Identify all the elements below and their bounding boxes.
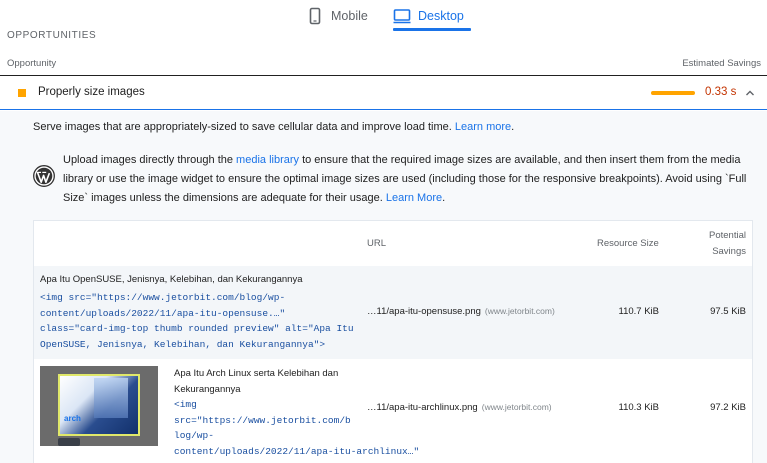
resource-size: 110.3 KiB [618,402,660,413]
resource-url[interactable]: …11/apa-itu-opensuse.png (www.jetorbit.co… [367,306,555,317]
description-text: Serve images that are appropriately-size… [33,121,452,133]
node-label: Apa Itu Arch Linux serta Kelebihan dan K… [174,368,339,395]
url-column-header: URL [367,238,387,249]
thumbnail-text: arch [64,414,81,423]
resource-size-column-header: Resource Size [597,238,659,249]
opportunity-header: Opportunity [7,58,57,69]
tab-mobile[interactable]: Mobile [306,0,380,31]
learn-more-link[interactable]: Learn more [455,121,511,133]
resource-size: 110.7 KiB [618,306,660,317]
estimated-savings-header: Estimated Savings [682,58,761,69]
details-table: URL Resource Size Potential Savings Apa … [33,220,753,463]
device-tabs: Mobile Desktop [0,0,767,31]
opportunity-column-header: Opportunity Estimated Savings [0,56,767,76]
audit-title: Properly size images [38,86,145,98]
potential-savings: 97.5 KiB [710,306,746,317]
image-thumbnail: arch [40,366,158,446]
desktop-icon [393,7,411,25]
savings-bar [651,91,695,95]
active-tab-indicator [393,28,471,31]
table-row[interactable]: Apa Itu OpenSUSE, Jenisnya, Kelebihan, d… [34,266,752,359]
tab-desktop-label: Desktop [418,8,464,23]
resource-url[interactable]: …11/apa-itu-archlinux.png (www.jetorbit.c… [367,402,552,413]
chevron-up-icon[interactable] [744,86,756,98]
potential-savings-column-header: Potential Savings [709,230,746,257]
audit-details: Serve images that are appropriately-size… [0,111,767,463]
html-snippet: <img src="https://www.jetorbit.com/blog/… [40,292,354,350]
stack-learn-more-link[interactable]: Learn More [386,192,442,204]
audit-savings: 0.33 s [705,86,737,98]
node-label: Apa Itu OpenSUSE, Jenisnya, Kelebihan, d… [40,274,303,285]
tab-desktop[interactable]: Desktop [393,0,471,31]
mobile-icon [306,7,324,25]
potential-savings: 97.2 KiB [710,402,746,413]
audit-description: Serve images that are appropriately-size… [33,121,515,133]
wordpress-icon [33,165,55,187]
stack-text-1: Upload images directly through the [63,154,237,166]
stack-pack-text: Upload images directly through the media… [63,154,747,204]
media-library-link[interactable]: media library [236,154,299,166]
table-row[interactable]: arch Apa Itu Arch Linux serta Kelebihan … [34,359,752,463]
section-title: OPPORTUNITIES [7,30,97,41]
audit-properly-size-images[interactable]: Properly size images 0.33 s [0,77,767,110]
tab-mobile-label: Mobile [331,8,368,23]
status-average-icon [18,89,26,97]
